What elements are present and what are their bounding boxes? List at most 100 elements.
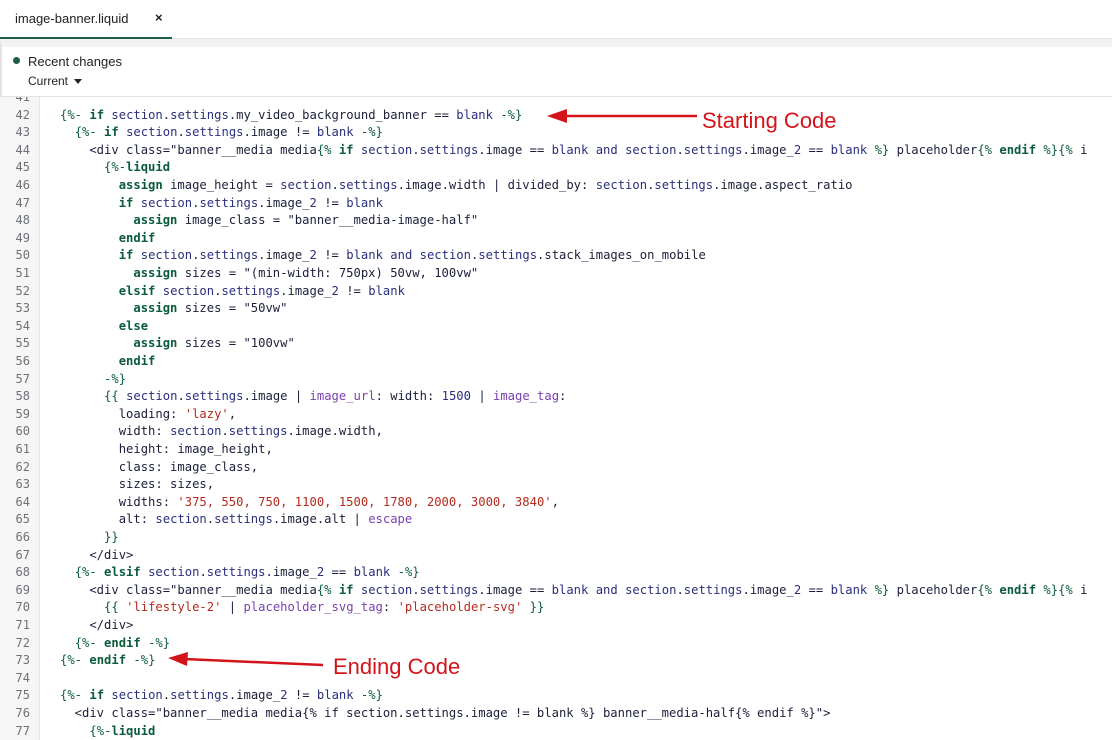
code-line[interactable]: 69 <div class="banner__media media{% if … — [0, 582, 1112, 600]
code-text: alt: section.settings.image.alt | escape — [60, 512, 413, 527]
code-line[interactable]: 70 {{ 'lifestyle-2' | placeholder_svg_ta… — [0, 599, 1112, 617]
code-text: elsif section.settings.image_2 != blank — [118, 283, 405, 298]
code-text: {{ 'lifestyle-2' | placeholder_svg_tag: … — [104, 600, 545, 615]
code-line[interactable]: 57 -%} — [0, 371, 1112, 389]
line-number: 53 — [15, 301, 30, 316]
code-line[interactable]: 66 }} — [0, 529, 1112, 547]
line-number: 74 — [15, 670, 30, 685]
line-number: 68 — [15, 565, 30, 580]
line-number: 45 — [15, 160, 30, 175]
code-text: else — [118, 318, 149, 333]
line-number: 73 — [15, 653, 30, 668]
code-line[interactable]: 60 width: section.settings.image.width, — [0, 423, 1112, 441]
version-dropdown[interactable]: Current — [28, 74, 83, 88]
line-number: 63 — [15, 477, 30, 492]
line-number: 59 — [15, 406, 30, 421]
line-number: 55 — [15, 336, 30, 351]
code-text: {{ section.settings.image | image_url: w… — [104, 389, 567, 404]
arrow-start — [547, 109, 697, 123]
line-number: 43 — [15, 125, 30, 140]
code-line[interactable]: 56 endif — [0, 353, 1112, 371]
line-number: 42 — [15, 107, 30, 122]
code-line[interactable]: 65 alt: section.settings.image.alt | esc… — [0, 511, 1112, 529]
code-line[interactable]: 63 sizes: sizes, — [0, 476, 1112, 494]
code-text: -%} — [104, 371, 127, 386]
tab-image-banner[interactable]: image-banner.liquid × — [0, 0, 172, 39]
line-number: 65 — [15, 512, 30, 527]
code-line[interactable]: 48 assign image_class = "banner__media-i… — [0, 212, 1112, 230]
close-icon[interactable]: × — [155, 10, 163, 25]
code-line[interactable]: 58 {{ section.settings.image | image_url… — [0, 388, 1112, 406]
code-text: height: image_height, — [60, 442, 273, 456]
annotation-start: Starting Code — [702, 108, 837, 133]
code-text: assign image_height = section.settings.i… — [118, 178, 853, 192]
code-text: loading: 'lazy', — [60, 406, 237, 421]
code-line[interactable]: 74 — [0, 670, 1112, 688]
line-number: 67 — [15, 547, 30, 562]
code-line[interactable]: 55 assign sizes = "100vw" — [0, 335, 1112, 353]
line-number: 61 — [15, 442, 30, 456]
code-line[interactable]: 72 {%- endif -%} — [0, 635, 1112, 653]
code-text: }} — [104, 530, 119, 544]
code-text: {%-liquid — [104, 160, 171, 175]
code-line[interactable]: 52 elsif section.settings.image_2 != bla… — [0, 283, 1112, 301]
code-editor[interactable]: 41 42 {%- if section.settings.my_video_bac… — [0, 97, 1112, 740]
line-number: 51 — [15, 266, 30, 280]
caret-down-icon — [74, 79, 83, 85]
version-history-bar: Recent changes Current — [0, 39, 1112, 97]
code-line[interactable]: 59 loading: 'lazy', — [0, 406, 1112, 424]
line-number: 56 — [15, 354, 30, 368]
line-number: 70 — [15, 600, 30, 615]
code-line[interactable]: 54 else — [0, 318, 1112, 336]
code-line[interactable]: 76 <div class="banner__media media{% if … — [0, 705, 1112, 723]
line-number: 44 — [15, 142, 30, 157]
code-text: sizes: sizes, — [60, 477, 215, 492]
tab-label: image-banner.liquid — [15, 11, 129, 26]
line-number: 48 — [15, 213, 30, 228]
arrow-end — [168, 652, 324, 667]
code-line[interactable]: 75 {%- if section.settings.image_2 != bla… — [0, 687, 1112, 705]
code-line[interactable]: 50 if section.settings.image_2 != blank … — [0, 247, 1112, 265]
line-number: 52 — [15, 283, 30, 298]
code-line[interactable]: 45 {%-liquid — [0, 159, 1112, 177]
code-text: assign sizes = "50vw" — [133, 301, 288, 316]
code-line[interactable]: 51 assign sizes = "(min-width: 750px) 50… — [0, 265, 1112, 283]
code-text: {%- endif -%} — [74, 635, 171, 650]
line-number: 72 — [15, 635, 30, 650]
code-line[interactable]: 67 </div> — [0, 547, 1112, 565]
code-line[interactable]: 68 {%- elsif section.settings.image_2 ==… — [0, 564, 1112, 582]
code-text: {%- if section.settings.image_2 != blank… — [60, 688, 383, 703]
code-text: {%-liquid — [89, 723, 156, 738]
code-line[interactable]: 61 height: image_height, — [0, 441, 1112, 459]
line-number: 69 — [15, 582, 30, 597]
code-line[interactable]: 71 </div> — [0, 617, 1112, 635]
code-text: </div> — [60, 618, 134, 632]
line-number: 77 — [15, 723, 30, 738]
code-line[interactable]: 64 widths: '375, 550, 750, 1100, 1500, 1… — [0, 494, 1112, 512]
line-number: 47 — [15, 195, 30, 210]
code-text: endif — [118, 230, 156, 245]
code-text: width: section.settings.image.width, — [60, 424, 383, 439]
code-text: {%- if section.settings.my_video_backgro… — [60, 107, 523, 122]
line-number: 58 — [15, 389, 30, 404]
line-number: 75 — [15, 688, 30, 703]
code-text: if section.settings.image_2 != blank — [118, 195, 383, 210]
code-text: if section.settings.image_2 != blank and… — [118, 248, 706, 263]
code-text: widths: '375, 550, 750, 1100, 1500, 1780… — [60, 494, 559, 509]
code-text: assign image_class = "banner__media-imag… — [133, 213, 479, 228]
code-line[interactable]: 44 <div class="banner__media media{% if … — [0, 142, 1112, 160]
code-line[interactable]: 53 assign sizes = "50vw" — [0, 300, 1112, 318]
line-number: 71 — [15, 618, 30, 632]
code-line[interactable]: 41 — [0, 97, 1112, 107]
line-number: 49 — [15, 230, 30, 245]
code-line[interactable]: 62 class: image_class, — [0, 459, 1112, 477]
status-dot-icon — [13, 57, 20, 64]
line-number: 66 — [15, 530, 30, 544]
line-number: 62 — [15, 459, 30, 474]
code-line[interactable]: 49 endif — [0, 230, 1112, 248]
line-number: 64 — [15, 494, 30, 509]
code-line[interactable]: 47 if section.settings.image_2 != blank — [0, 195, 1112, 213]
line-number: 54 — [15, 318, 30, 333]
code-line[interactable]: 77 {%-liquid — [0, 723, 1112, 740]
code-line[interactable]: 46 assign image_height = section.setting… — [0, 177, 1112, 195]
